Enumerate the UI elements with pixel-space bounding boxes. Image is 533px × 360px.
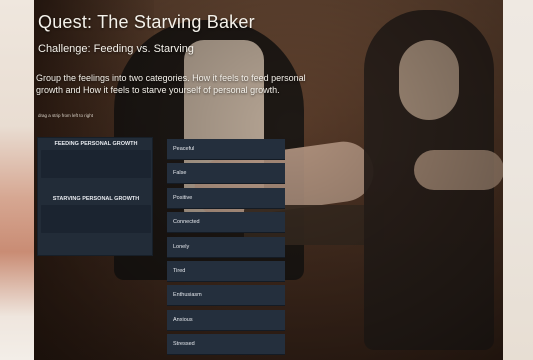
word-tile-tired[interactable]: Tired <box>167 260 285 282</box>
background-left-strip <box>0 0 34 360</box>
word-tile-enthusiasm[interactable]: Enthusiasm <box>167 285 285 307</box>
challenge-title: Challenge: Feeding vs. Starving <box>38 43 194 55</box>
word-list: Peaceful False Positive Connected Lonely… <box>167 139 285 359</box>
instructions-text: Group the feelings into two categories. … <box>36 73 306 95</box>
word-tile-false[interactable]: False <box>167 163 285 185</box>
drop-zone-feeding[interactable] <box>41 150 151 178</box>
category-starving: STARVING PERSONAL GROWTH <box>38 196 154 233</box>
category-label-feeding: FEEDING PERSONAL GROWTH <box>54 141 138 147</box>
word-tile-peaceful[interactable]: Peaceful <box>167 139 285 160</box>
word-tile-anxious[interactable]: Anxious <box>167 309 285 331</box>
background-right-strip <box>503 0 533 360</box>
drop-zone-starving[interactable] <box>41 205 151 233</box>
word-tile-connected[interactable]: Connected <box>167 212 285 234</box>
word-tile-positive[interactable]: Positive <box>167 187 285 209</box>
drag-hint: drag a strip from left to right <box>38 113 94 118</box>
category-feeding: FEEDING PERSONAL GROWTH <box>38 141 154 178</box>
category-label-starving: STARVING PERSONAL GROWTH <box>52 196 140 202</box>
category-panel: FEEDING PERSONAL GROWTH STARVING PERSONA… <box>37 137 153 256</box>
quest-title: Quest: The Starving Baker <box>38 12 255 32</box>
word-tile-stressed[interactable]: Stressed <box>167 334 285 356</box>
word-tile-lonely[interactable]: Lonely <box>167 236 285 258</box>
